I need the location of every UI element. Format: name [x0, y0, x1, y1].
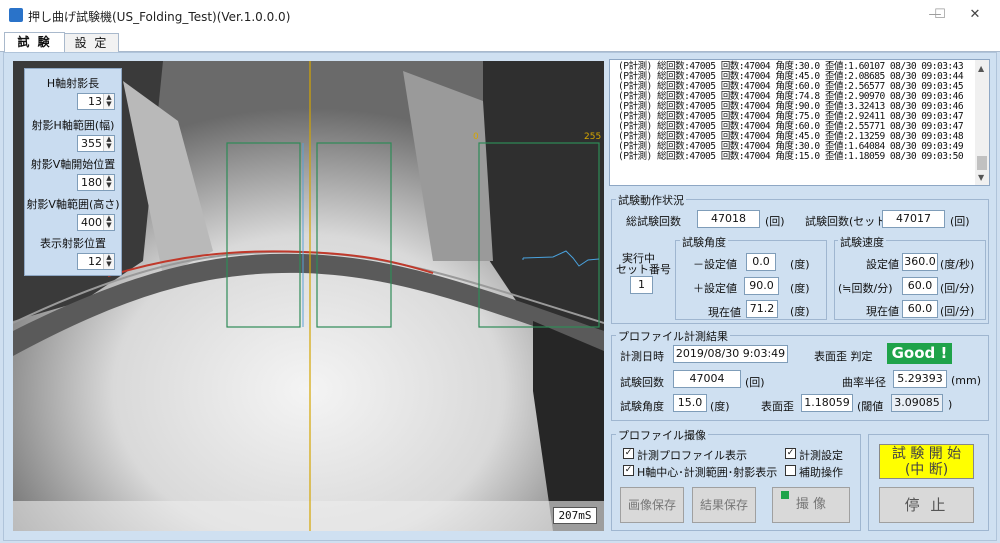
radius-unit: (mm)	[951, 374, 982, 387]
test-speed-legend: 試験速度	[838, 234, 886, 250]
v-range-spinner[interactable]: 400 ▲ ▼	[77, 214, 115, 231]
radius-field: 5.29393	[893, 370, 947, 388]
per-minute-unit: (回/分)	[940, 282, 975, 295]
set-count-label: 試験回数(セット)	[805, 215, 891, 228]
threshold-close: )	[948, 398, 953, 411]
set-count-field: 47017	[882, 210, 945, 228]
spinner-arrows-icon[interactable]: ▲ ▼	[103, 136, 114, 151]
tab-settings[interactable]: 設 定	[64, 33, 119, 53]
datetime-field: 2019/08/30 9:03:49	[673, 345, 788, 363]
speed-approx-field: 60.0	[902, 277, 938, 295]
minus-setting-field: 0.0	[746, 253, 776, 271]
save-result-button[interactable]: 結果保存	[692, 487, 756, 523]
tab-test[interactable]: 試 験	[4, 32, 65, 53]
unit-label: (回)	[950, 215, 970, 228]
scale-max-label: 255	[584, 132, 601, 142]
datetime-label: 計測日時	[620, 350, 664, 363]
spinner-arrows-icon[interactable]: ▲ ▼	[103, 215, 114, 230]
projection-settings-panel: H軸射影長 13 ▲ ▼ 射影H軸範囲(幅) 355 ▲ ▼ 射影V軸開始位置 180 ▲…	[24, 68, 122, 276]
scroll-up-icon[interactable]: ▲	[978, 64, 984, 73]
deg-unit: (度)	[790, 305, 810, 318]
v-start-spinner[interactable]: 180 ▲ ▼	[77, 174, 115, 191]
log-line: (P計測) 総回数:47005 回数:47004 角度:15.0 歪値:1.18…	[618, 151, 964, 162]
speed-set-field: 360.0	[902, 253, 938, 271]
profile-results-legend: プロファイル計測結果	[616, 328, 730, 344]
checkbox-aux-operation[interactable]	[785, 465, 796, 476]
save-image-button[interactable]: 画像保存	[620, 487, 684, 523]
test-angle-legend: 試験角度	[680, 234, 728, 250]
v-start-label: 射影V軸開始位置	[30, 158, 116, 171]
plus-setting-field: 90.0	[744, 277, 779, 295]
current-angle-field: 71.2	[746, 300, 778, 318]
stop-button[interactable]: 停 止	[879, 487, 974, 523]
start-test-label: 試 験 開 始	[891, 446, 962, 462]
judge-label: 表面歪 判定	[814, 350, 873, 363]
strain-label: 表面歪	[761, 400, 794, 413]
strain-field: 1.18059	[801, 394, 853, 412]
h-range-label: 射影H軸範囲(幅)	[31, 119, 115, 132]
h-axis-length-spinner[interactable]: 13 ▲ ▼	[77, 93, 115, 110]
deg-unit: (度)	[790, 282, 810, 295]
scale-min-label: 0	[473, 132, 479, 142]
aux-operation-label: 補助操作	[799, 466, 843, 479]
measurement-log[interactable]: (P計測) 総回数:47005 回数:47004 角度:30.0 歪値:1.60…	[609, 59, 990, 186]
display-position-label: 表示射影位置	[40, 237, 106, 250]
threshold-label: (閾値	[857, 400, 884, 413]
judge-badge: Good !	[887, 343, 952, 364]
deg-unit: (度)	[790, 258, 810, 271]
speed-unit: (度/秒)	[940, 258, 975, 271]
frame-time-badge: 207mS	[553, 507, 597, 524]
h-range-spinner[interactable]: 355 ▲ ▼	[77, 135, 115, 152]
start-test-button[interactable]: 試 験 開 始 (中 断)	[879, 444, 974, 479]
exec-set-label: セット番号	[616, 263, 671, 276]
show-profile-label: 計測プロファイル表示	[637, 449, 747, 462]
start-test-sublabel: (中 断)	[904, 462, 949, 478]
exec-set-field: 1	[630, 276, 653, 294]
v-range-label: 射影V軸範囲(高さ)	[26, 198, 120, 211]
show-center-label: H軸中心･計測範囲･射影表示	[637, 466, 778, 479]
count-label: 試験回数	[620, 376, 664, 389]
h-axis-length-label: H軸射影長	[46, 77, 100, 90]
scroll-down-icon[interactable]: ▼	[978, 173, 984, 182]
angle-field: 15.0	[673, 394, 707, 412]
count-unit: (回)	[745, 376, 765, 389]
capture-indicator-icon	[781, 491, 789, 499]
close-button[interactable]: ✕	[960, 4, 990, 26]
display-position-spinner[interactable]: 12 ▲ ▼	[77, 253, 115, 270]
checkbox-measure-setting[interactable]: ✓	[785, 448, 796, 459]
count-field: 47004	[673, 370, 741, 388]
checkbox-show-center[interactable]: ✓	[623, 465, 634, 476]
checkbox-show-profile[interactable]: ✓	[623, 448, 634, 459]
spinner-arrows-icon[interactable]: ▲ ▼	[103, 94, 114, 109]
measure-setting-label: 計測設定	[799, 449, 843, 462]
app-icon	[9, 8, 23, 22]
speed-set-label: 設定値	[866, 258, 899, 271]
test-status-legend: 試験動作状況	[616, 192, 686, 208]
speed-current-field: 60.0	[902, 300, 938, 318]
angle-label: 試験角度	[620, 400, 664, 413]
speed-current-label: 現在値	[866, 305, 899, 318]
radius-label: 曲率半径	[842, 376, 886, 389]
spinner-arrows-icon[interactable]: ▲ ▼	[103, 254, 114, 269]
scroll-thumb[interactable]	[977, 156, 987, 170]
profile-capture-legend: プロファイル撮像	[616, 427, 708, 443]
plus-setting-label: ＋設定値	[693, 282, 737, 295]
log-scrollbar[interactable]: ▲ ▼	[975, 60, 989, 185]
maximize-button[interactable]: ☐	[925, 4, 955, 26]
total-count-label: 総試験回数	[626, 215, 681, 228]
speed-approx-label: (≒回数/分)	[838, 282, 893, 295]
tab-strip	[0, 30, 1000, 52]
total-count-field: 47018	[697, 210, 760, 228]
spinner-arrows-icon[interactable]: ▲ ▼	[103, 175, 114, 190]
minus-setting-label: －設定値	[693, 258, 737, 271]
threshold-field: 3.09085	[891, 394, 943, 412]
current-angle-label: 現在値	[708, 306, 741, 319]
window-title: 押し曲げ試験機(US_Folding_Test)(Ver.1.0.0.0)	[28, 10, 291, 24]
angle-unit: (度)	[710, 400, 730, 413]
per-minute-unit: (回/分)	[940, 305, 975, 318]
unit-label: (回)	[765, 215, 785, 228]
